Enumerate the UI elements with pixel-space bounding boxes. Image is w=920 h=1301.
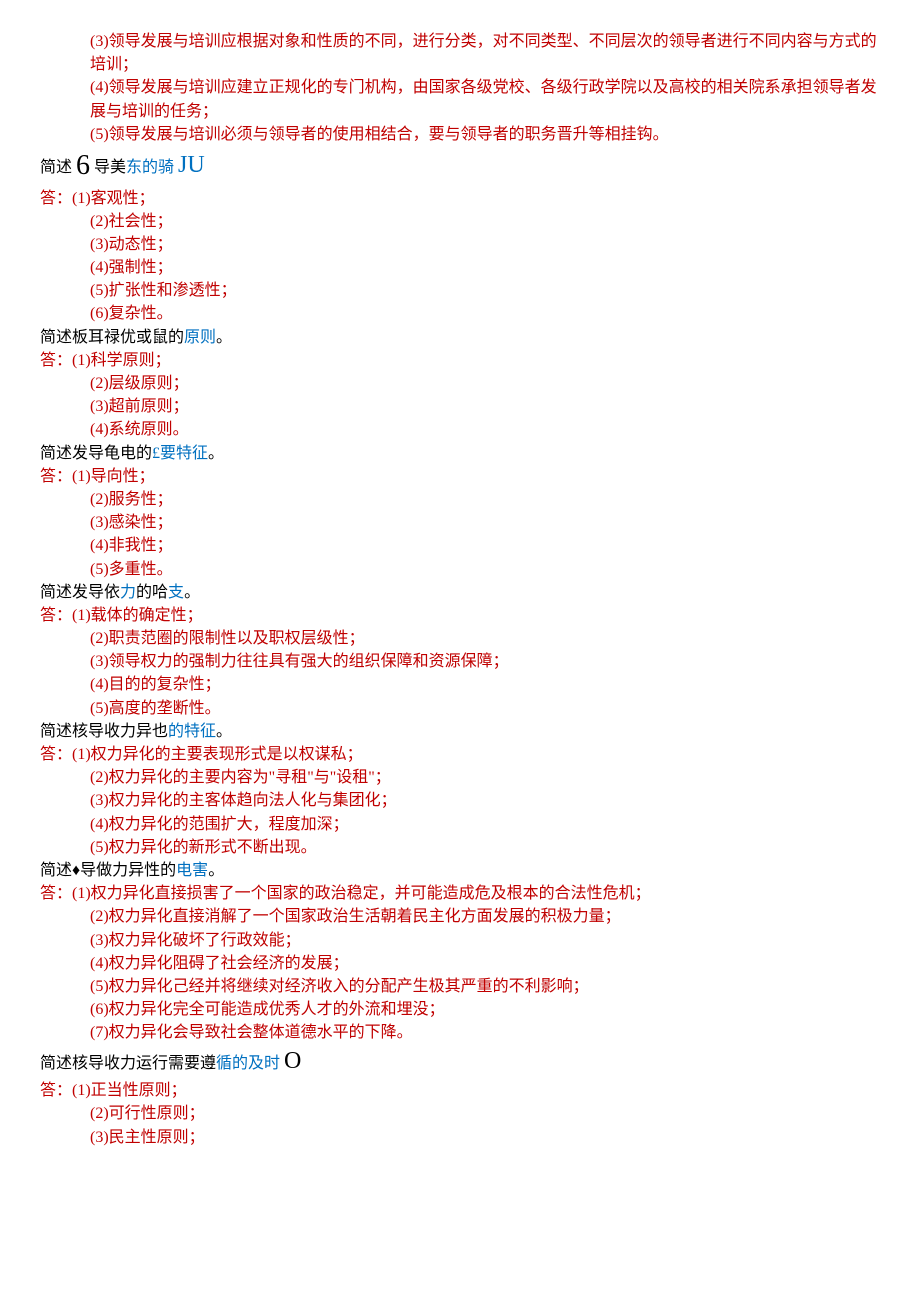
q6-item-7: (7)权力异化会导致社会整体道德水平的下降。 [40, 1021, 880, 1044]
q3-title-black: 简述发导龟电的 [40, 445, 152, 462]
q1-title-big: 6 [76, 150, 90, 181]
q1-title-mid: 导美 [90, 159, 126, 176]
q7-title: 简述核导收力运行需要遵循的及时 O [40, 1044, 880, 1079]
answer-label: 答： [40, 885, 72, 902]
intro-p5: (5)领导发展与培训必须与领导者的使用相结合，要与领导者的职务晋升等相挂钩。 [40, 123, 880, 146]
q5-title-blue: 的特征 [168, 723, 216, 740]
q5-title: 简述核导收力异也的特征。 [40, 720, 880, 743]
q1-item-1: (1)客观性； [72, 190, 155, 207]
intro-p3: (3)领导发展与培训应根据对象和性质的不同，进行分类，对不同类型、不同层次的领导… [40, 30, 880, 76]
q6-item-1: (1)权力异化直接损害了一个国家的政治稳定，并可能造成危及根本的合法性危机； [72, 885, 651, 902]
answer-label: 答： [40, 352, 72, 369]
q3-item-3: (3)感染性； [40, 511, 880, 534]
answer-label: 答： [40, 746, 72, 763]
q1-item-4: (4)强制性； [40, 256, 880, 279]
q4-item-3: (3)领导权力的强制力往往具有强大的组织保障和资源保障； [40, 650, 880, 673]
q5-item-5: (5)权力异化的新形式不断出现。 [40, 836, 880, 859]
q5-item-3: (3)权力异化的主客体趋向法人化与集团化； [40, 789, 880, 812]
q6-item-6: (6)权力异化完全可能造成优秀人才的外流和埋没； [40, 998, 880, 1021]
q7-item-1: (1)正当性原则； [72, 1082, 187, 1099]
q7-title-black: 简述核导收力运行需要遵 [40, 1055, 216, 1072]
q6-item-4: (4)权力异化阻碍了社会经济的发展； [40, 952, 880, 975]
q3-item-1: (1)导向性； [72, 468, 155, 485]
q4-item-5: (5)高度的垄断性。 [40, 697, 880, 720]
q2-item-2: (2)层级原则； [40, 372, 880, 395]
q1-title-pre: 简述 [40, 159, 76, 176]
q1-title: 简述 6 导美东的骑 JU [40, 146, 880, 187]
q7-title-blue: 循的及时 [216, 1055, 284, 1072]
q3-item-5: (5)多重性。 [40, 558, 880, 581]
q2-answer-line1: 答：(1)科学原则； [40, 349, 880, 372]
answer-label: 答： [40, 468, 72, 485]
q1-item-5: (5)扩张性和渗透性； [40, 279, 880, 302]
q1-answer-line1: 答：(1)客观性； [40, 187, 880, 210]
q6-title-end: 。 [208, 862, 224, 879]
q7-title-big: O [284, 1048, 301, 1074]
q6-item-2: (2)权力异化直接消解了一个国家政治生活朝着民主化方面发展的积极力量； [40, 905, 880, 928]
answer-label: 答： [40, 607, 72, 624]
q5-item-1: (1)权力异化的主要表现形式是以权谋私； [72, 746, 363, 763]
q1-title-ju: JU [178, 152, 205, 178]
q4-item-2: (2)职责范圈的限制性以及职权层级性； [40, 627, 880, 650]
q6-answer-line1: 答：(1)权力异化直接损害了一个国家的政治稳定，并可能造成危及根本的合法性危机； [40, 882, 880, 905]
q4-item-4: (4)目的的复杂性； [40, 673, 880, 696]
q2-title-black: 简述板耳禄优或鼠的 [40, 329, 184, 346]
answer-label: 答： [40, 190, 72, 207]
q2-item-3: (3)超前原则； [40, 395, 880, 418]
q2-title-end: 。 [216, 329, 232, 346]
q4-title-end: 。 [184, 584, 200, 601]
q1-item-3: (3)动态性； [40, 233, 880, 256]
q5-answer-line1: 答：(1)权力异化的主要表现形式是以权谋私； [40, 743, 880, 766]
q4-title-b2: 的哈 [136, 584, 168, 601]
q3-title-blue: £要特征 [152, 445, 208, 462]
q4-item-1: (1)载体的确定性； [72, 607, 203, 624]
q2-title-blue: 原则 [184, 329, 216, 346]
q3-item-2: (2)服务性； [40, 488, 880, 511]
intro-p4: (4)领导发展与培训应建立正规化的专门机构，由国家各级党校、各级行政学院以及高校… [40, 76, 880, 122]
q6-title: 简述♦导做力异性的电害。 [40, 859, 880, 882]
q5-title-end: 。 [216, 723, 232, 740]
q3-title: 简述发导龟电的£要特征。 [40, 442, 880, 465]
q7-item-3: (3)民主性原则； [40, 1126, 880, 1149]
q2-item-4: (4)系统原则。 [40, 418, 880, 441]
q6-title-black: 简述♦导做力异性的 [40, 862, 176, 879]
q6-item-5: (5)权力异化己经并将继续对经济收入的分配产生极其严重的不利影响； [40, 975, 880, 998]
q7-item-2: (2)可行性原则； [40, 1102, 880, 1125]
q1-item-2: (2)社会性； [40, 210, 880, 233]
q1-title-blue: 东的骑 [126, 159, 178, 176]
q3-item-4: (4)非我性； [40, 534, 880, 557]
q3-answer-line1: 答：(1)导向性； [40, 465, 880, 488]
answer-label: 答： [40, 1082, 72, 1099]
q5-item-4: (4)权力异化的范围扩大，程度加深； [40, 813, 880, 836]
q4-title-b1: 简述发导依 [40, 584, 120, 601]
q5-title-black: 简述核导收力异也 [40, 723, 168, 740]
q6-item-3: (3)权力异化破坏了行政效能； [40, 929, 880, 952]
q4-title-blue2: 支 [168, 584, 184, 601]
q7-answer-line1: 答：(1)正当性原则； [40, 1079, 880, 1102]
q1-item-6: (6)复杂性。 [40, 302, 880, 325]
q5-item-2: (2)权力异化的主要内容为"寻租"与"设租"； [40, 766, 880, 789]
q3-title-end: 。 [208, 445, 224, 462]
q4-title-blue1: 力 [120, 584, 136, 601]
q2-item-1: (1)科学原则； [72, 352, 171, 369]
q6-title-blue: 电害 [176, 862, 208, 879]
q4-title: 简述发导依力的哈支。 [40, 581, 880, 604]
q2-title: 简述板耳禄优或鼠的原则。 [40, 326, 880, 349]
q4-answer-line1: 答：(1)载体的确定性； [40, 604, 880, 627]
